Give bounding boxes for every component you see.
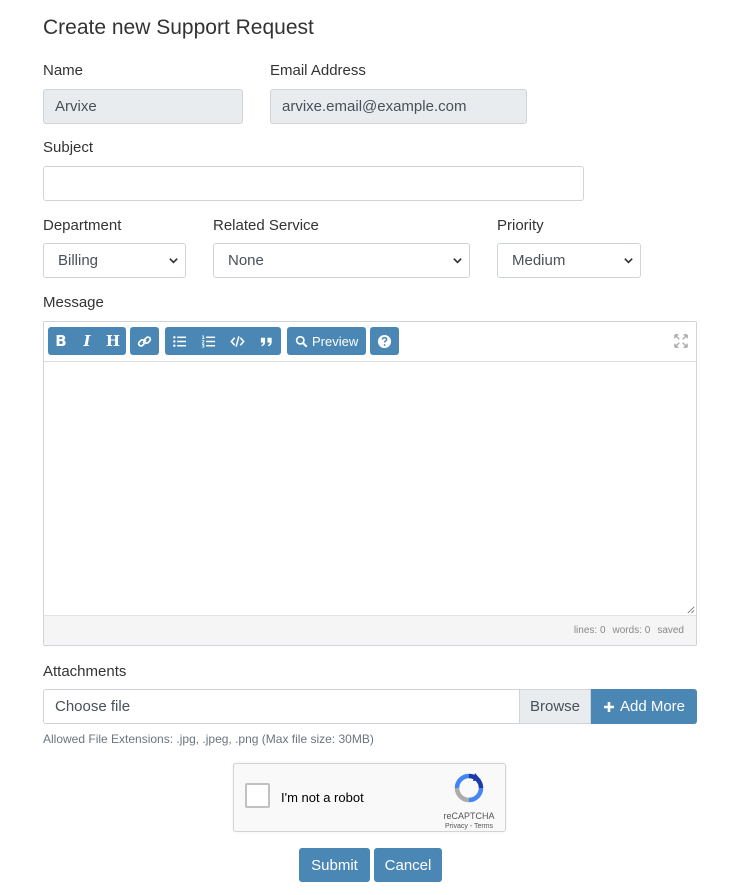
quote-icon (260, 337, 272, 346)
related-service-label: Related Service (213, 217, 319, 234)
plus-icon (603, 701, 614, 712)
department-select[interactable]: Billing (43, 243, 186, 278)
priority-select[interactable]: Medium (497, 243, 641, 278)
quote-button[interactable] (252, 327, 281, 355)
message-label: Message (43, 294, 104, 311)
numbered-list-button[interactable]: 123 (194, 327, 223, 355)
chevron-down-icon (453, 258, 462, 264)
subject-label: Subject (43, 139, 94, 156)
bullet-list-button[interactable] (165, 327, 194, 355)
recaptcha-label: I'm not a robot (281, 790, 364, 805)
related-service-value: None (228, 252, 264, 269)
recaptcha-logo: reCAPTCHA Privacy - Terms (441, 772, 497, 830)
format-group: B I H (48, 327, 126, 355)
department-value: Billing (58, 252, 99, 269)
recaptcha-checkbox[interactable] (245, 783, 270, 808)
attachments-label: Attachments (43, 663, 127, 680)
bullet-list-icon (173, 335, 187, 347)
browse-button[interactable]: Browse (519, 689, 591, 724)
recaptcha-icon (454, 773, 484, 803)
email-value: arvixe.email@example.com (282, 98, 467, 115)
submit-button[interactable]: Submit (299, 848, 370, 882)
resize-handle-icon[interactable] (686, 605, 695, 614)
italic-button[interactable]: I (74, 327, 100, 355)
code-button[interactable] (223, 327, 252, 355)
file-upload-row: Choose file Browse Add More (43, 689, 697, 724)
saved-status: saved (657, 625, 684, 636)
department-label: Department (43, 217, 122, 234)
link-icon (137, 335, 152, 347)
search-icon (295, 335, 308, 347)
link-group (130, 327, 159, 355)
subject-input[interactable] (43, 166, 584, 201)
recaptcha-links[interactable]: Privacy - Terms (441, 823, 497, 830)
name-label: Name (43, 62, 84, 79)
bold-button[interactable]: B (48, 327, 74, 355)
message-editor: B I H 123 Preview lines: 0 words: 0 save… (43, 321, 697, 646)
file-input[interactable]: Choose file (43, 689, 520, 724)
link-button[interactable] (130, 327, 159, 355)
help-group (370, 327, 399, 355)
recaptcha-widget: I'm not a robot reCAPTCHA Privacy - Term… (233, 763, 506, 832)
editor-statusbar: lines: 0 words: 0 saved (44, 615, 696, 645)
priority-label: Priority (497, 217, 544, 234)
priority-value: Medium (512, 252, 566, 269)
chevron-down-icon (169, 258, 178, 264)
message-textarea[interactable] (44, 363, 696, 615)
svg-text:3: 3 (201, 343, 204, 348)
file-placeholder: Choose file (55, 698, 131, 715)
preview-label: Preview (312, 333, 359, 349)
add-more-button[interactable]: Add More (591, 689, 697, 724)
name-field[interactable]: Arvixe (43, 89, 243, 124)
page-title: Create new Support Request (43, 16, 314, 39)
preview-group: Preview (287, 327, 367, 355)
code-icon (230, 335, 245, 347)
help-button[interactable] (370, 327, 399, 355)
block-group: 123 (165, 327, 281, 355)
add-more-label: Add More (619, 698, 686, 715)
email-field[interactable]: arvixe.email@example.com (270, 89, 527, 124)
preview-button[interactable]: Preview (287, 334, 366, 349)
file-extensions-hint: Allowed File Extensions: .jpg, .jpeg, .p… (43, 732, 374, 746)
numbered-list-icon: 123 (201, 335, 216, 349)
lines-count: lines: 0 (573, 625, 606, 636)
words-count: words: 0 (612, 625, 651, 636)
editor-toolbar: B I H 123 Preview (44, 322, 696, 362)
email-label: Email Address (270, 62, 366, 79)
chevron-down-icon (624, 258, 633, 264)
cancel-button[interactable]: Cancel (374, 848, 442, 882)
question-circle-icon (377, 334, 392, 348)
recaptcha-brand: reCAPTCHA (443, 811, 495, 821)
related-service-select[interactable]: None (213, 243, 470, 278)
name-value: Arvixe (55, 98, 97, 115)
fullscreen-icon[interactable] (674, 334, 688, 348)
heading-button[interactable]: H (100, 327, 126, 355)
